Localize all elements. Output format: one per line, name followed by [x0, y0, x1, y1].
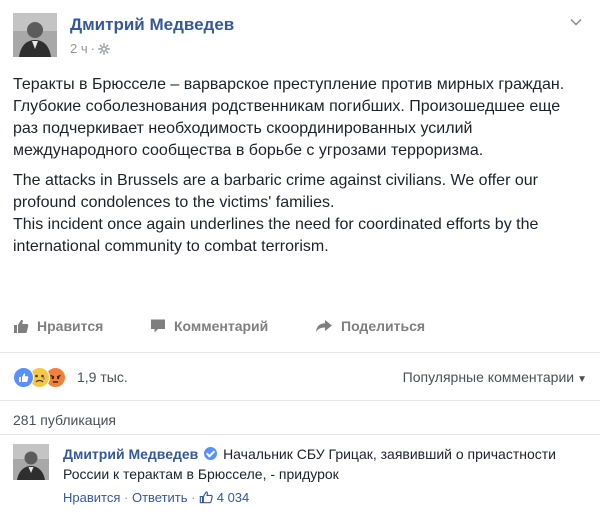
audience-icon[interactable]: [98, 43, 110, 58]
thumbs-up-icon: [14, 319, 29, 333]
comment-like-link[interactable]: Нравится: [63, 490, 120, 505]
like-icon: [13, 367, 34, 388]
shares-count[interactable]: 281 публикация: [13, 412, 116, 428]
post-options-chevron-icon[interactable]: [569, 15, 583, 29]
comment-footer: Нравится · Ответить · 4 034: [63, 488, 583, 508]
author-avatar[interactable]: [13, 13, 57, 57]
footer-separator: ·: [124, 490, 132, 505]
post-header: Дмитрий Медведев 2 ч ·: [13, 13, 587, 61]
like-button[interactable]: Нравится: [13, 318, 103, 334]
commenter-avatar[interactable]: [13, 444, 49, 480]
comment-button[interactable]: Комментарий: [150, 318, 268, 334]
verified-badge-icon: [204, 447, 218, 460]
like-button-label: Нравится: [37, 318, 104, 334]
post-actions: Нравится Комментарий Поделиться: [13, 318, 587, 340]
comment-content: Дмитрий Медведев Начальник СБУ Грицак, з…: [63, 444, 583, 508]
caret-down-icon: ▼: [577, 374, 587, 385]
share-button[interactable]: Поделиться: [315, 318, 425, 334]
post-time[interactable]: 2 ч: [70, 41, 88, 56]
reactions-divider: [0, 400, 600, 401]
footer-separator: ·: [191, 490, 200, 505]
comment-sort-label: Популярные комментарии: [402, 369, 575, 385]
post-text-en-2: This incident once again underlines the …: [13, 216, 539, 255]
reaction-count[interactable]: 1,9 тыс.: [77, 369, 128, 385]
comment-likes[interactable]: 4 034: [199, 490, 249, 505]
shares-divider: [0, 434, 600, 435]
post-text-ru: Теракты в Брюсселе – варварское преступл…: [13, 76, 565, 159]
actions-divider: [0, 352, 600, 353]
comment-reply-link[interactable]: Ответить: [132, 490, 188, 505]
share-button-label: Поделиться: [341, 318, 426, 334]
post-meta: 2 ч ·: [70, 41, 110, 58]
thumbs-up-outline-icon: [199, 491, 213, 504]
comment-icon: [151, 319, 165, 333]
reactions-row: 1,9 тыс. Популярные комментарии ▼: [13, 366, 587, 388]
post-text-en-1: The attacks in Brussels are a barbaric c…: [13, 172, 538, 211]
post-body: Теракты в Брюсселе – варварское преступл…: [13, 74, 588, 258]
comment-button-label: Комментарий: [174, 318, 269, 334]
commenter-name[interactable]: Дмитрий Медведев: [63, 446, 198, 462]
comment-likes-count: 4 034: [216, 490, 250, 505]
share-arrow-icon: [316, 320, 332, 332]
author-name[interactable]: Дмитрий Медведев: [70, 15, 234, 35]
meta-separator: ·: [90, 41, 95, 56]
comment-sort-dropdown[interactable]: Популярные комментарии ▼: [403, 369, 587, 385]
comment-body: Дмитрий Медведев Начальник СБУ Грицак, з…: [63, 444, 583, 484]
